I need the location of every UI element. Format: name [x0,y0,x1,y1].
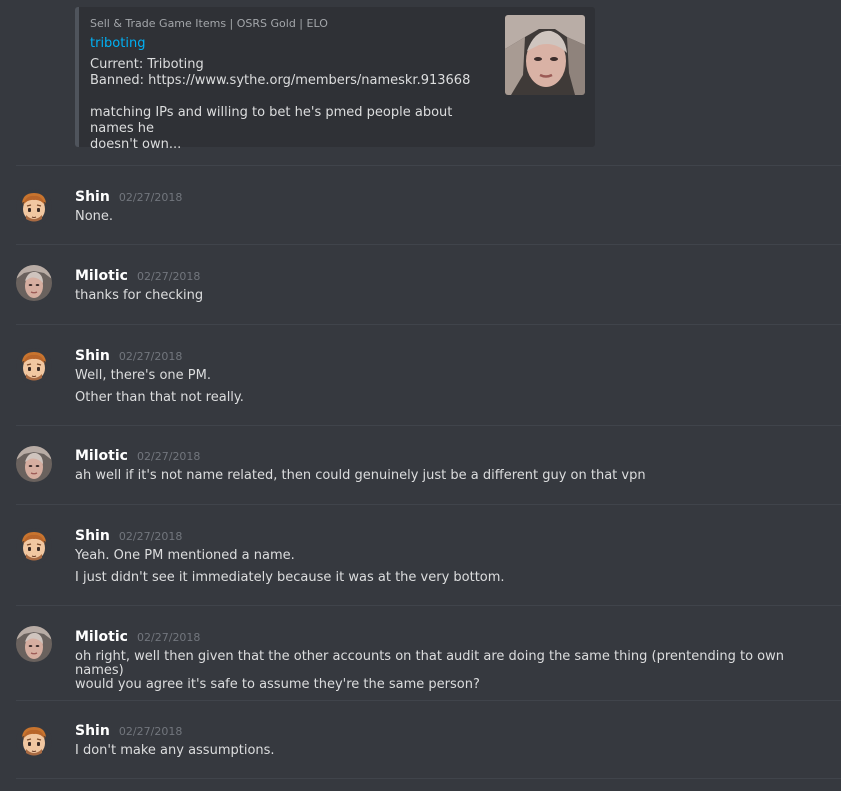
embed-description-line: matching IPs and willing to bet he's pme… [90,105,453,136]
message-text: thanks for checking [75,288,204,303]
message-header: Milotic 02/27/2018 [75,445,200,464]
timestamp: 02/27/2018 [137,270,201,283]
message-header: Milotic 02/27/2018 [75,626,200,645]
chat-window: Sell & Trade Game Items | OSRS Gold | EL… [0,0,841,791]
username[interactable]: Milotic [75,629,128,645]
embed-author-link[interactable]: triboting [90,36,145,51]
photo-avatar-icon[interactable] [16,626,52,662]
cartoon-avatar-icon[interactable] [16,189,52,225]
username[interactable]: Milotic [75,448,128,464]
message-header: Shin 02/27/2018 [75,186,182,205]
embed-description: Current: Triboting Banned: https://www.s… [90,57,485,153]
message-text: Well, there's one PM. [75,368,211,383]
embed-description-line [90,89,485,105]
timestamp: 02/27/2018 [137,450,201,463]
message-text: None. [75,209,114,224]
message-divider [16,504,841,505]
message-header: Shin 02/27/2018 [75,720,182,739]
message-text: oh right, well then given that the other… [75,650,815,692]
username[interactable]: Milotic [75,268,128,284]
embed-description-line: doesn't own... [90,137,182,152]
username[interactable]: Shin [75,189,110,205]
timestamp: 02/27/2018 [118,191,183,204]
cartoon-avatar-icon[interactable] [16,723,52,759]
message-text: I don't make any assumptions. [75,743,275,758]
message-text: ah well if it's not name related, then c… [75,468,646,483]
timestamp: 02/27/2018 [137,631,201,644]
message-header: Shin 02/27/2018 [75,345,182,364]
message-text-line: would you agree it's safe to assume they… [75,677,480,692]
message-divider [16,425,841,426]
cartoon-avatar-icon[interactable] [16,528,52,564]
message-text: Yeah. One PM mentioned a name. [75,548,295,563]
message-divider [16,778,841,779]
photo-avatar-icon[interactable] [16,446,52,482]
message-divider [16,324,841,325]
username[interactable]: Shin [75,723,110,739]
message-divider [16,244,841,245]
embed-description-line: Current: Triboting [90,57,204,72]
timestamp: 02/27/2018 [118,725,183,738]
message-divider [16,700,841,701]
photo-avatar-icon[interactable] [16,265,52,301]
embed-provider[interactable]: Sell & Trade Game Items | OSRS Gold | EL… [90,17,328,30]
username[interactable]: Shin [75,528,110,544]
timestamp: 02/27/2018 [118,350,183,363]
message-divider [16,605,841,606]
timestamp: 02/27/2018 [118,530,183,543]
message-divider [16,165,841,166]
message-header: Shin 02/27/2018 [75,525,182,544]
username[interactable]: Shin [75,348,110,364]
message-text: I just didn't see it immediately because… [75,570,505,585]
message-text-line: oh right, well then given that the other… [75,649,784,678]
message-text: Other than that not really. [75,390,244,405]
embed-description-line: Banned: https://www.sythe.org/members/na… [90,73,471,88]
message-header: Milotic 02/27/2018 [75,265,200,284]
link-embed: Sell & Trade Game Items | OSRS Gold | EL… [75,7,595,152]
embed-thumbnail-image[interactable] [505,15,585,95]
cartoon-avatar-icon[interactable] [16,348,52,384]
